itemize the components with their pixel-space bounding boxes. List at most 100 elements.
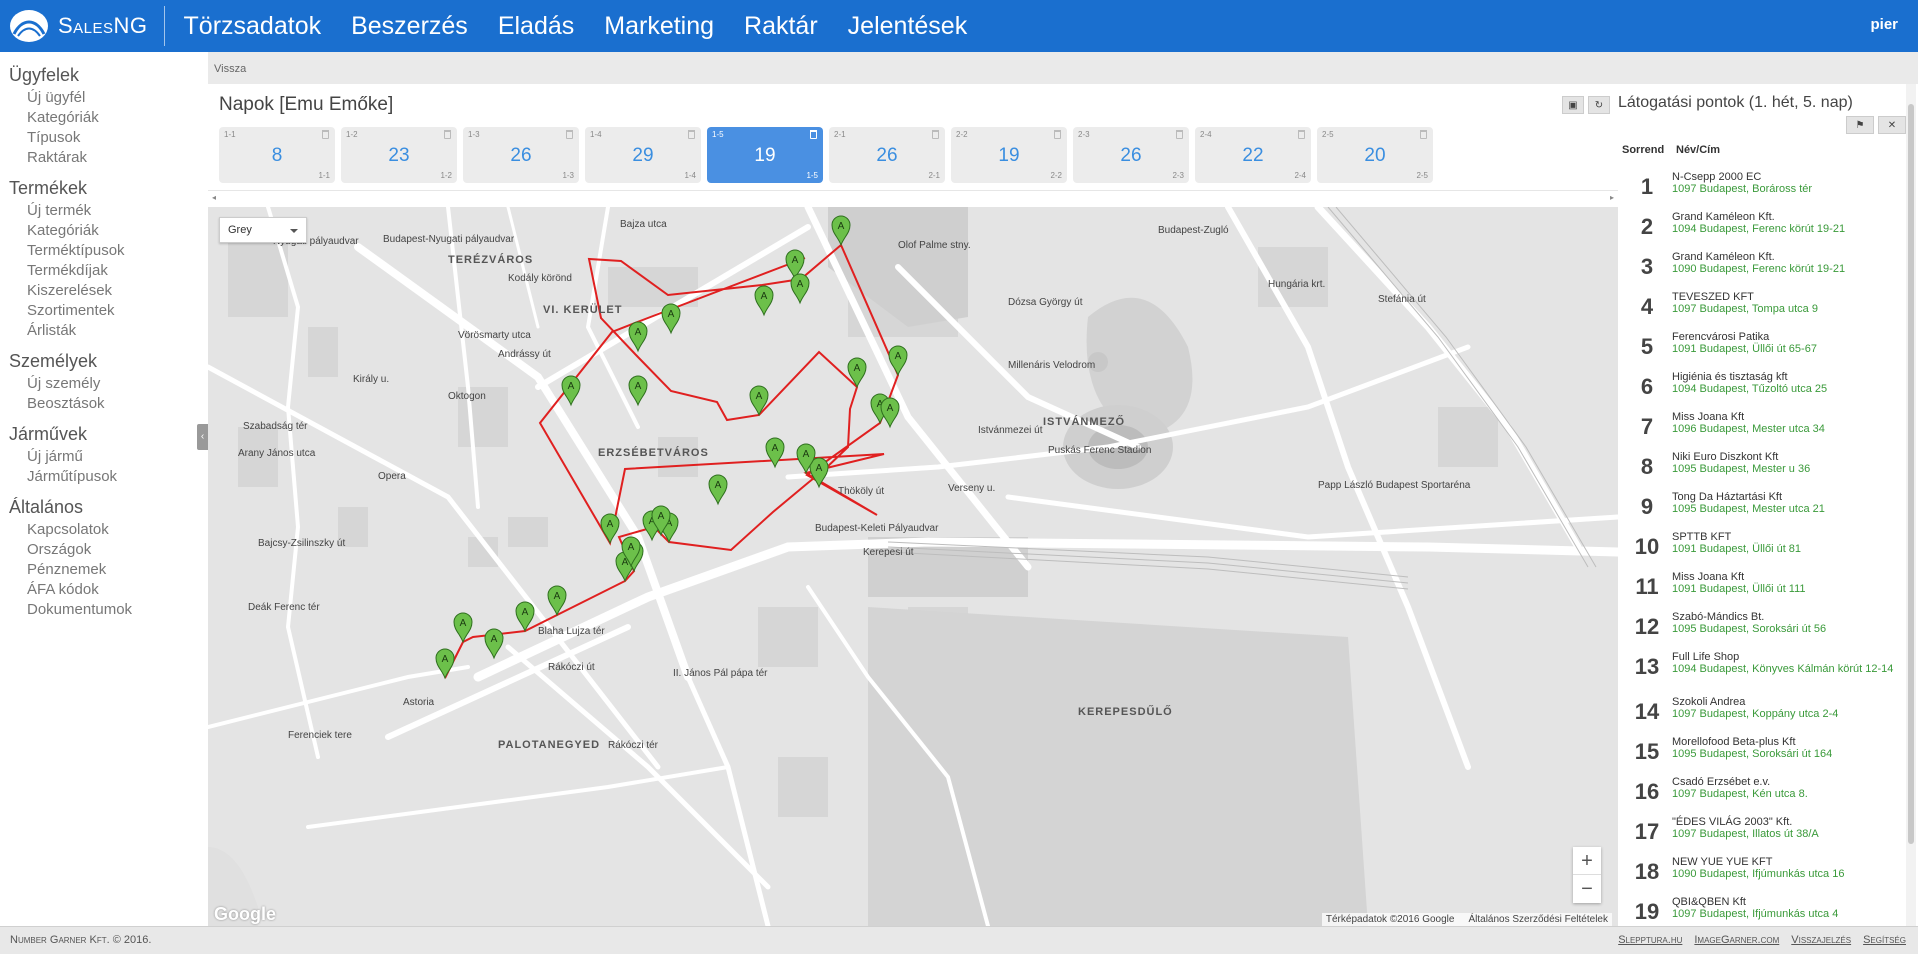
trash-icon[interactable]	[322, 130, 329, 139]
zoom-in-button[interactable]: +	[1573, 847, 1601, 875]
nav-item-1[interactable]: Beszerzés	[336, 12, 483, 41]
sidebar-item[interactable]: Pénznemek	[27, 560, 208, 580]
close-icon[interactable]: ✕	[1878, 116, 1906, 134]
visit-point-row[interactable]: 11 Miss Joana Kft 1091 Budapest, Üllői út …	[1622, 566, 1902, 606]
sidebar-item[interactable]: Típusok	[27, 128, 208, 148]
trash-icon[interactable]	[1420, 130, 1427, 139]
map-marker[interactable]: A	[600, 513, 620, 545]
map-style-select[interactable]: Grey	[219, 217, 307, 243]
sidebar-item[interactable]: Kategóriák	[27, 108, 208, 128]
scroll-right-icon[interactable]: ▸	[1610, 193, 1614, 202]
sidebar-group-title[interactable]: Személyek	[9, 350, 208, 372]
flag-icon[interactable]: ⚑	[1846, 116, 1874, 134]
day-tab[interactable]: 1-5 19 1-5	[707, 127, 823, 183]
trash-icon[interactable]	[810, 130, 817, 139]
brand[interactable]: SalesNG	[0, 6, 165, 46]
sidebar-item[interactable]: Terméktípusok	[27, 241, 208, 261]
map-marker[interactable]: A	[790, 273, 810, 305]
day-tab[interactable]: 2-4 22 2-4	[1195, 127, 1311, 183]
trash-icon[interactable]	[566, 130, 573, 139]
sidebar-item[interactable]: Új jármű	[27, 447, 208, 467]
footer-link[interactable]: Visszajelzés	[1791, 934, 1851, 946]
nav-item-3[interactable]: Marketing	[589, 12, 729, 41]
nav-item-2[interactable]: Eladás	[483, 12, 589, 41]
map-marker[interactable]: A	[661, 303, 681, 335]
sidebar-group-title[interactable]: Termékek	[9, 177, 208, 199]
day-tab[interactable]: 1-4 29 1-4	[585, 127, 701, 183]
sidebar-item[interactable]: Kapcsolatok	[27, 520, 208, 540]
sidebar-collapse-handle[interactable]: ‹	[197, 424, 208, 450]
trash-icon[interactable]	[1054, 130, 1061, 139]
days-scrollbar[interactable]: ◂ ▸	[208, 190, 1618, 202]
day-tab[interactable]: 1-2 23 1-2	[341, 127, 457, 183]
map-marker[interactable]: A	[453, 612, 473, 644]
sidebar-item[interactable]: Járműtípusok	[27, 467, 208, 487]
visit-point-row[interactable]: 10 SPTTB KFT 1091 Budapest, Üllői út 81	[1622, 526, 1902, 566]
map-marker[interactable]: A	[547, 585, 567, 617]
map-marker[interactable]: A	[628, 375, 648, 407]
visit-point-row[interactable]: 18 NEW YUE YUE KFT 1090 Budapest, Ifjúmunk…	[1622, 851, 1902, 891]
map-marker[interactable]: A	[561, 375, 581, 407]
sidebar-item[interactable]: Kiszerelések	[27, 281, 208, 301]
sidebar-item[interactable]: Szortimentek	[27, 301, 208, 321]
visit-point-row[interactable]: 6 Higiénia és tisztaság kft 1094 Budapest,…	[1622, 366, 1902, 406]
visit-point-row[interactable]: 2 Grand Kaméleon Kft. 1094 Budapest, Feren…	[1622, 206, 1902, 246]
sidebar-item[interactable]: Dokumentumok	[27, 600, 208, 620]
sidebar-item[interactable]: Kategóriák	[27, 221, 208, 241]
footer-link[interactable]: Slepptura.hu	[1618, 934, 1682, 946]
visit-point-row[interactable]: 17 "ÉDES VILÁG 2003" Kft. 1097 Budapest, I…	[1622, 811, 1902, 851]
map-marker[interactable]: A	[628, 321, 648, 353]
map-marker[interactable]: A	[809, 457, 829, 489]
day-tab[interactable]: 2-3 26 2-3	[1073, 127, 1189, 183]
nav-item-5[interactable]: Jelentések	[833, 12, 983, 41]
map-marker[interactable]: A	[847, 357, 867, 389]
trash-icon[interactable]	[1176, 130, 1183, 139]
map-marker[interactable]: A	[880, 397, 900, 429]
footer-link[interactable]: ImageGarner.com	[1694, 934, 1779, 946]
visit-point-row[interactable]: 4 TEVESZED KFT 1097 Budapest, Tompa utca 9	[1622, 286, 1902, 326]
trash-icon[interactable]	[932, 130, 939, 139]
visit-point-row[interactable]: 8 Niki Euro Diszkont Kft 1095 Budapest, Me…	[1622, 446, 1902, 486]
map-marker[interactable]: A	[754, 285, 774, 317]
day-tab[interactable]: 2-2 19 2-2	[951, 127, 1067, 183]
sidebar-item[interactable]: Beosztások	[27, 394, 208, 414]
route-map[interactable]: AAAAAAAAAAAAAAAAAAAAAAAAAAAAA TERÉZVÁROS…	[208, 207, 1618, 926]
sidebar-item[interactable]: Országok	[27, 540, 208, 560]
sidebar-item[interactable]: Új termék	[27, 201, 208, 221]
day-tab[interactable]: 2-1 26 2-1	[829, 127, 945, 183]
visit-point-row[interactable]: 19 QBI&QBEN Kft 1097 Budapest, Ifjúmunkás …	[1622, 891, 1902, 931]
save-icon[interactable]: ▣	[1562, 96, 1584, 114]
back-link[interactable]: Vissza	[208, 52, 1918, 84]
visit-point-row[interactable]: 7 Miss Joana Kft 1096 Budapest, Mester utc…	[1622, 406, 1902, 446]
scroll-thumb[interactable]	[1908, 104, 1914, 844]
visit-point-row[interactable]: 12 Szabó-Mándics Bt. 1095 Budapest, Soroks…	[1622, 606, 1902, 646]
nav-item-4[interactable]: Raktár	[729, 12, 833, 41]
visit-point-row[interactable]: 3 Grand Kaméleon Kft. 1090 Budapest, Feren…	[1622, 246, 1902, 286]
trash-icon[interactable]	[688, 130, 695, 139]
sidebar-item[interactable]: ÁFA kódok	[27, 580, 208, 600]
visit-point-row[interactable]: 9 Tong Da Háztartási Kft 1095 Budapest, Me…	[1622, 486, 1902, 526]
visit-points-scrollbar[interactable]	[1906, 84, 1916, 926]
map-marker[interactable]: A	[749, 385, 769, 417]
sidebar-item[interactable]: Új ügyfél	[27, 88, 208, 108]
map-marker[interactable]: A	[515, 601, 535, 633]
map-marker[interactable]: A	[888, 345, 908, 377]
sidebar-item[interactable]: Árlisták	[27, 321, 208, 341]
footer-link[interactable]: Segítség	[1863, 934, 1906, 946]
zoom-out-button[interactable]: −	[1573, 875, 1601, 903]
sidebar-item[interactable]: Termékdíjak	[27, 261, 208, 281]
user-menu[interactable]: pier	[1870, 16, 1898, 33]
scroll-left-icon[interactable]: ◂	[212, 193, 216, 202]
sidebar-group-title[interactable]: Járművek	[9, 423, 208, 445]
sidebar-item[interactable]: Raktárak	[27, 148, 208, 168]
visit-point-row[interactable]: 13 Full Life Shop 1094 Budapest, Könyves K…	[1622, 646, 1902, 691]
visit-point-row[interactable]: 16 Csadó Erzsébet e.v. 1097 Budapest, Kén …	[1622, 771, 1902, 811]
day-tab[interactable]: 2-5 20 2-5	[1317, 127, 1433, 183]
map-marker[interactable]: A	[765, 437, 785, 469]
map-canvas[interactable]: AAAAAAAAAAAAAAAAAAAAAAAAAAAAA TERÉZVÁROS…	[208, 207, 1618, 926]
visit-point-row[interactable]: 1 N-Csepp 2000 EC 1097 Budapest, Boráross …	[1622, 166, 1902, 206]
visit-point-row[interactable]: 15 Morellofood Beta-plus Kft 1095 Budapest…	[1622, 731, 1902, 771]
terms-link[interactable]: Általános Szerződési Feltételek	[1468, 914, 1608, 925]
visit-point-row[interactable]: 14 Szokoli Andrea 1097 Budapest, Koppány u…	[1622, 691, 1902, 731]
trash-icon[interactable]	[1298, 130, 1305, 139]
